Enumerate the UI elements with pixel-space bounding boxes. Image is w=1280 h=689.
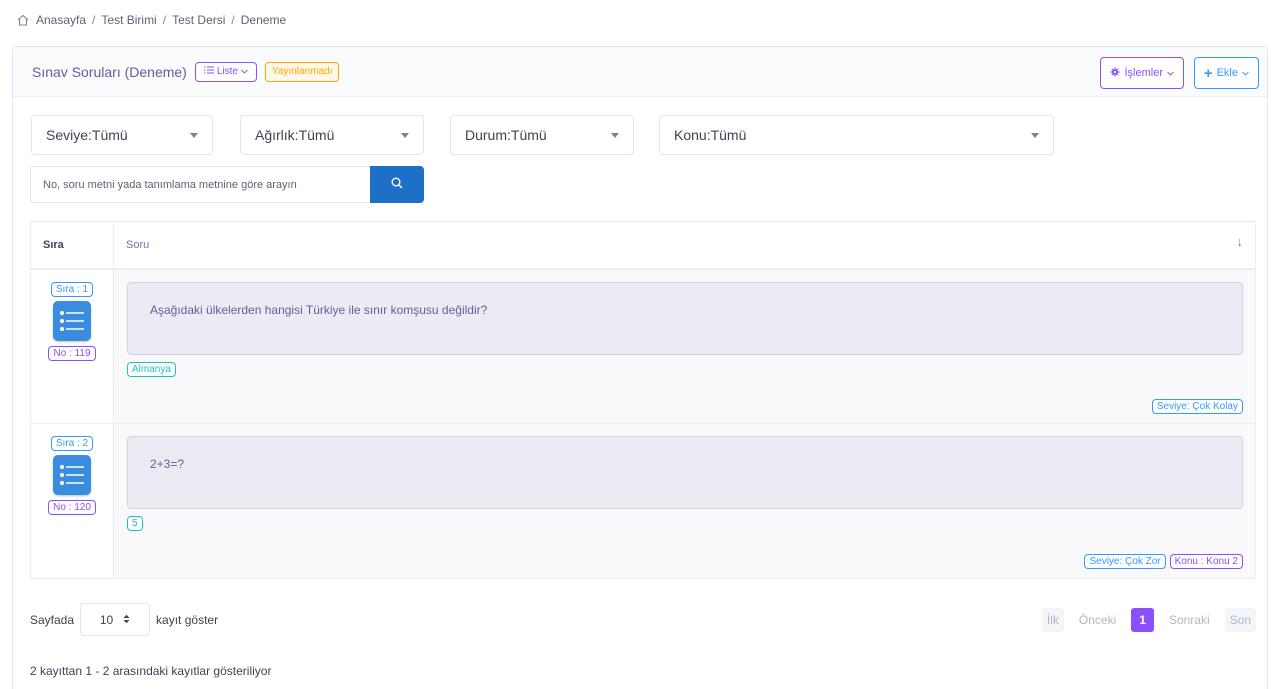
actions-dropdown-button[interactable]: İşlemler — [1100, 57, 1184, 89]
level-tag: Seviye: Çok Zor — [1084, 554, 1166, 569]
correct-answer-badge: Almanya — [127, 362, 176, 377]
correct-answer-badge: 5 — [127, 516, 143, 531]
next-page-button[interactable]: Sonraki — [1164, 608, 1215, 632]
chevron-down-icon — [1242, 67, 1249, 79]
answer-row: Almanya — [127, 361, 1243, 377]
chevron-down-icon — [1167, 67, 1174, 79]
number-badge: No : 120 — [48, 500, 96, 515]
sort-down-icon[interactable]: ↓ — [1237, 234, 1244, 249]
gear-icon — [1110, 67, 1120, 80]
sort-updown-icon — [123, 613, 130, 627]
view-mode-dropdown[interactable]: Liste — [194, 61, 257, 82]
breadcrumb-course[interactable]: Test Dersi — [172, 13, 225, 27]
column-header-order: Sıra — [31, 222, 114, 268]
page-button-current[interactable]: 1 — [1131, 608, 1154, 632]
breadcrumb-separator: / — [231, 13, 235, 27]
search-group — [30, 166, 424, 203]
add-label: Ekle — [1216, 67, 1238, 79]
length-suffix: kayıt göster — [156, 612, 219, 627]
page-length-value: 10 — [99, 612, 114, 627]
order-cell: Sıra : 2 No : 120 — [31, 424, 114, 578]
search-input[interactable] — [30, 166, 370, 203]
column-header-question[interactable]: Soru ↓ — [114, 222, 1255, 268]
page-length-select[interactable]: 10 — [80, 603, 151, 636]
pagination: İlk Önceki 1 Sonraki Son — [1041, 608, 1256, 632]
caret-down-icon — [401, 132, 409, 138]
status-filter-value: Durum:Tümü — [465, 127, 547, 143]
weight-filter-value: Ağırlık:Tümü — [255, 127, 335, 143]
question-tags: Seviye: Çok Kolay — [1151, 399, 1243, 414]
order-badge: Sıra : 2 — [50, 436, 94, 451]
number-badge: No : 119 — [48, 346, 96, 361]
status-badge: Yayınlanmadı — [264, 61, 340, 82]
level-filter-value: Seviye:Tümü — [46, 127, 128, 143]
table-header: Sıra Soru ↓ — [31, 222, 1255, 270]
home-icon[interactable] — [16, 13, 30, 27]
last-page-button[interactable]: Son — [1224, 608, 1256, 632]
table-row[interactable]: Sıra : 2 No : 120 2+3=? 5 Seviye: Çok Zo… — [31, 424, 1255, 578]
breadcrumb-current: Deneme — [240, 13, 287, 27]
search-button[interactable] — [370, 166, 424, 203]
level-tag: Seviye: Çok Kolay — [1151, 399, 1243, 414]
add-dropdown-button[interactable]: + Ekle — [1193, 57, 1259, 89]
multiple-choice-icon — [53, 301, 91, 341]
caret-down-icon — [611, 132, 619, 138]
breadcrumb-unit[interactable]: Test Birimi — [101, 13, 156, 27]
length-prefix: Sayfada — [30, 612, 75, 627]
level-filter-select[interactable]: Seviye:Tümü — [31, 115, 213, 155]
column-header-question-label: Soru — [126, 239, 150, 251]
breadcrumb-home[interactable]: Anasayfa — [36, 13, 86, 27]
breadcrumb: Anasayfa / Test Birimi / Test Dersi / De… — [16, 10, 286, 30]
questions-table: Sıra Soru ↓ Sıra : 1 No : 119 Aşağıdaki … — [30, 221, 1256, 579]
answer-row: 5 — [127, 515, 1243, 531]
search-icon — [391, 177, 403, 192]
question-text[interactable]: 2+3=? — [127, 436, 1243, 509]
actions-label: İşlemler — [1124, 67, 1163, 79]
multiple-choice-icon — [53, 455, 91, 495]
order-badge: Sıra : 1 — [50, 282, 94, 297]
view-mode-label: Liste — [216, 66, 238, 77]
question-cell: 2+3=? 5 Seviye: Çok Zor Konu : Konu 2 — [114, 424, 1255, 578]
breadcrumb-separator: / — [162, 13, 167, 27]
question-text[interactable]: Aşağıdaki ülkelerden hangisi Türkiye ile… — [127, 282, 1243, 355]
caret-down-icon — [190, 132, 198, 138]
plus-icon: + — [1203, 64, 1213, 82]
list-icon — [203, 66, 214, 77]
question-cell: Aşağıdaki ülkelerden hangisi Türkiye ile… — [114, 270, 1255, 423]
first-page-button[interactable]: İlk — [1041, 608, 1064, 632]
weight-filter-select[interactable]: Ağırlık:Tümü — [240, 115, 424, 155]
question-tags: Seviye: Çok Zor Konu : Konu 2 — [1084, 554, 1243, 569]
previous-page-button[interactable]: Önceki — [1074, 608, 1121, 632]
page-title: Sınav Soruları (Deneme) — [32, 63, 187, 80]
breadcrumb-separator: / — [92, 13, 96, 27]
pagination-row: Sayfada 10 kayıt göster İlk Önceki 1 Son… — [30, 603, 1256, 636]
exam-questions-card: Sınav Soruları (Deneme) Liste Yayınlanma… — [12, 46, 1268, 689]
table-row[interactable]: Sıra : 1 No : 119 Aşağıdaki ülkelerden h… — [31, 270, 1255, 424]
status-filter-select[interactable]: Durum:Tümü — [450, 115, 634, 155]
topic-tag: Konu : Konu 2 — [1169, 554, 1243, 569]
table-info-text: 2 kayıttan 1 - 2 arasındaki kayıtlar gös… — [30, 664, 272, 678]
chevron-down-icon — [241, 66, 248, 77]
topic-filter-select[interactable]: Konu:Tümü — [659, 115, 1054, 155]
caret-down-icon — [1031, 132, 1039, 138]
order-cell: Sıra : 1 No : 119 — [31, 270, 114, 423]
topic-filter-value: Konu:Tümü — [674, 127, 747, 143]
card-header: Sınav Soruları (Deneme) Liste Yayınlanma… — [13, 47, 1267, 97]
